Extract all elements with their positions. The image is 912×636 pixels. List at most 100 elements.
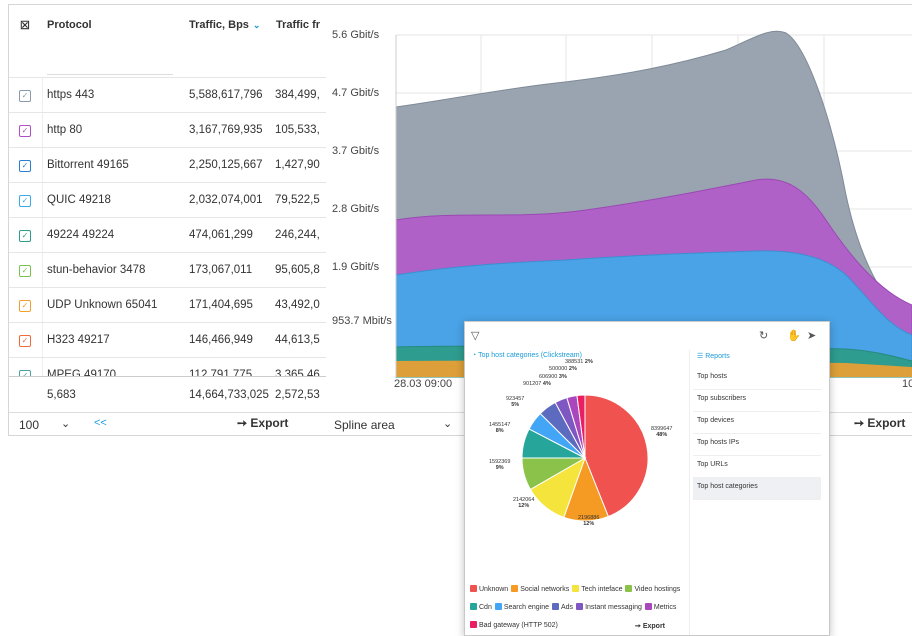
cell-protocol: H323 49217	[47, 334, 110, 346]
cell-traffic: 146,466,949	[189, 334, 253, 346]
legend-item[interactable]: Tech inteface	[572, 585, 622, 593]
report-item[interactable]: Top hosts IPs	[693, 433, 821, 456]
table-export-button[interactable]: ➙ Export	[237, 416, 288, 430]
popup-export-button[interactable]: ➙ Export	[635, 622, 665, 630]
row-checkbox[interactable]: ✓	[19, 335, 31, 347]
table-row[interactable]: ✓ UDP Unknown 65041 171,404,695 43,492,0	[9, 287, 327, 323]
chevron-down-icon[interactable]: ⌄	[61, 417, 70, 430]
legend-item[interactable]: Search engine	[494, 603, 549, 611]
sort-desc-icon: ⌄	[252, 20, 261, 30]
row-checkbox[interactable]: ✓	[19, 160, 31, 172]
legend-item[interactable]: Metrics	[644, 603, 677, 611]
legend-item[interactable]: Video hostings	[625, 585, 680, 593]
total-traffic-fr: 2,572,53	[275, 389, 320, 401]
y-tick-label: 953.7 Mbit/s	[332, 315, 392, 327]
export-icon: ➙	[237, 416, 248, 430]
totals-row: 5,683 14,664,733,025 2,572,53	[9, 376, 327, 413]
refresh-icon[interactable]: ↻	[759, 329, 768, 342]
cell-traffic-fr: 95,605,8	[275, 264, 320, 276]
cell-traffic: 173,067,011	[189, 264, 253, 276]
list-icon: ☰	[697, 353, 704, 360]
report-label: Top host categories	[697, 483, 758, 490]
column-header-traffic[interactable]: Traffic, Bps ⌄	[189, 19, 260, 31]
cell-traffic-fr: 79,522,5	[275, 194, 320, 206]
table-row[interactable]: ✓ Bittorrent 49165 2,250,125,667 1,427,90	[9, 147, 327, 183]
table-row[interactable]: ✓ http 80 3,167,769,935 105,533,	[9, 112, 327, 148]
cell-traffic-fr: 43,492,0	[275, 299, 320, 311]
first-page-button[interactable]: <<	[94, 417, 107, 429]
column-header-traffic-fr[interactable]: Traffic fr	[276, 19, 320, 31]
legend-item[interactable]: Unknown	[470, 585, 508, 593]
hand-icon[interactable]: ✋	[787, 329, 801, 342]
report-label: Top subscribers	[697, 395, 747, 402]
table-row[interactable]: ✓ H323 49217 146,466,949 44,613,5	[9, 322, 327, 358]
table-row[interactable]: ✓ QUIC 49218 2,032,074,001 79,522,5	[9, 182, 327, 218]
legend-item[interactable]: Instant messaging	[576, 603, 642, 611]
legend-item[interactable]: Social networks	[511, 585, 569, 593]
cell-protocol: UDP Unknown 65041	[47, 299, 158, 311]
row-checkbox[interactable]: ✓	[19, 90, 31, 102]
cell-traffic: 3,167,769,935	[189, 124, 263, 136]
legend-label: Social networks	[520, 586, 570, 593]
popup-toolbar: ▽ ↻ ✋ ➤	[465, 322, 829, 348]
table-row[interactable]: ✓ 49224 49224 474,061,299 246,244,	[9, 217, 327, 253]
legend-label: Ads	[561, 604, 574, 611]
table-row[interactable]: ✓ stun-behavior 3478 173,067,011 95,605,8	[9, 252, 327, 288]
total-count: 5,683	[47, 389, 76, 401]
cell-traffic-fr: 384,499,	[275, 89, 320, 101]
slice-label-ads: 901207 4%	[523, 381, 551, 387]
legend-swatch	[625, 585, 633, 592]
row-checkbox[interactable]: ✓	[19, 125, 31, 137]
host-categories-popup: ▽ ↻ ✋ ➤ ◔ Top host categories (Clickstre…	[464, 321, 830, 636]
column-header-protocol[interactable]: Protocol	[47, 19, 92, 31]
report-item[interactable]: Top devices	[693, 411, 821, 434]
row-checkbox[interactable]: ✓	[19, 195, 31, 207]
report-item[interactable]: Top host categories	[693, 477, 821, 500]
legend-item[interactable]: Bad gateway (HTTP 502)	[470, 621, 558, 629]
row-checkbox[interactable]: ✓	[19, 265, 31, 277]
legend-swatch	[494, 603, 502, 610]
filter-icon[interactable]: ▽	[471, 329, 479, 342]
legend-item[interactable]: Cdn	[470, 603, 492, 611]
table-row[interactable]: ✓ https 443 5,588,617,796 384,499,	[9, 77, 327, 113]
slice-label-tech: 2142064 12%	[513, 497, 535, 509]
legend-swatch	[552, 603, 559, 610]
cell-protocol: QUIC 49218	[47, 194, 111, 206]
total-traffic: 14,664,733,025	[189, 389, 269, 401]
y-tick-label: 4.7 Gbit/s	[332, 87, 380, 99]
chevron-down-icon[interactable]: ⌄	[443, 417, 452, 430]
slice-label-bad: 388531 2%	[565, 359, 593, 365]
legend-swatch	[576, 603, 584, 610]
legend-label: Cdn	[479, 604, 492, 611]
report-item[interactable]: Top subscribers	[693, 389, 821, 412]
report-item[interactable]: Top URLs	[693, 455, 821, 478]
legend-label: Instant messaging	[585, 604, 642, 611]
row-checkbox[interactable]: ✓	[19, 230, 31, 242]
legend-swatch	[572, 585, 580, 592]
chart-type-select[interactable]: Spline area	[334, 418, 395, 432]
report-label: Top URLs	[697, 461, 728, 468]
send-icon[interactable]: ➤	[807, 329, 816, 342]
cell-traffic: 2,032,074,001	[189, 194, 263, 206]
y-tick-label: 3.7 Gbit/s	[332, 145, 380, 157]
cell-traffic: 5,588,617,796	[189, 89, 263, 101]
legend-label: Unknown	[479, 586, 509, 593]
legend-label: Metrics	[653, 604, 677, 611]
legend-item[interactable]: Ads	[552, 603, 573, 611]
legend-swatch	[470, 603, 477, 610]
y-tick-label: 2.8 Gbit/s	[332, 203, 380, 215]
export-icon: ➙	[635, 623, 641, 630]
x-tick-label: 10	[902, 378, 912, 390]
select-all-checkbox[interactable]: ☒	[20, 19, 30, 32]
cell-traffic: 171,404,695	[189, 299, 253, 311]
row-checkbox[interactable]: ✓	[19, 300, 31, 312]
cell-protocol: 49224 49224	[47, 229, 115, 241]
report-item[interactable]: Top hosts	[693, 367, 821, 390]
report-label: Top hosts	[697, 373, 727, 380]
slice-label-unknown: 8399647 48%	[651, 426, 673, 438]
page-size-select[interactable]: 100	[19, 418, 39, 432]
legend-label: Video hostings	[634, 586, 681, 593]
chart-export-button[interactable]: ➙ Export	[854, 416, 905, 430]
cell-traffic-fr: 246,244,	[275, 229, 320, 241]
cell-protocol: https 443	[47, 89, 95, 101]
